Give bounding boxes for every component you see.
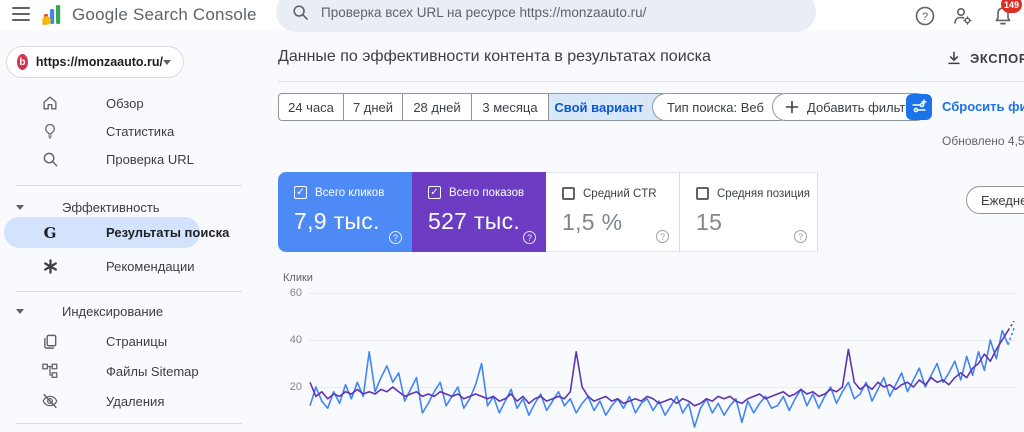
sidebar-section-indexing[interactable]: Индексирование (0, 300, 240, 322)
chevron-down-icon (16, 308, 24, 314)
help-icon[interactable]: ? (914, 5, 936, 27)
metric-card-impressions[interactable]: ✓ Всего показов 527 тыс. ? (412, 172, 546, 252)
metric-value: 7,9 тыс. (294, 208, 380, 234)
help-icon[interactable]: ? (656, 230, 669, 243)
sidebar-item-overview[interactable]: Обзор (0, 89, 210, 117)
tune-plus-icon (912, 99, 927, 113)
compare-filter-button[interactable] (906, 94, 932, 120)
plus-icon (785, 100, 799, 114)
metric-value: 15 (696, 209, 723, 235)
sidebar-item-statistics[interactable]: Статистика (0, 117, 210, 145)
search-icon (293, 4, 308, 20)
eye-off-icon (40, 391, 60, 411)
divider (278, 81, 1024, 82)
date-range-7d[interactable]: 7 дней (343, 93, 403, 121)
help-icon[interactable]: ? (523, 231, 536, 244)
property-url: https://monzaauto.ru/ (35, 55, 163, 69)
metric-value: 1,5 % (562, 209, 623, 235)
google-g-icon: G (43, 223, 57, 242)
granularity-dropdown[interactable]: Ежедневно (966, 186, 1024, 214)
checkbox-unchecked-icon[interactable] (696, 187, 709, 200)
sitemap-icon (40, 361, 60, 381)
top-bar: Google Search Console ? 149 (0, 0, 1024, 32)
y-tick-40: 40 (289, 334, 302, 346)
performance-line-chart[interactable] (308, 270, 1016, 432)
settings-user-icon[interactable] (952, 5, 974, 27)
svg-text:?: ? (922, 11, 928, 23)
metric-card-ctr[interactable]: Средний CTR 1,5 % ? (546, 172, 680, 252)
checkbox-unchecked-icon[interactable] (562, 187, 575, 200)
divider (646, 98, 647, 116)
search-console-logo-icon (42, 5, 61, 26)
property-favicon: b (17, 54, 28, 70)
date-range-24h[interactable]: 24 часа (278, 93, 344, 121)
date-range-group: 24 часа 7 дней 28 дней 3 месяца Свой вар… (278, 93, 666, 121)
y-tick-20: 20 (289, 381, 302, 393)
property-selector[interactable]: b https://monzaauto.ru/ (6, 46, 184, 78)
page-title: Данные по эффективности контента в резул… (278, 48, 711, 65)
divider (16, 291, 242, 292)
date-range-3m[interactable]: 3 месяца (471, 93, 549, 121)
sidebar-item-pages[interactable]: Страницы (0, 327, 210, 355)
url-inspection-searchbox[interactable] (276, 0, 816, 32)
help-icon[interactable]: ? (794, 230, 807, 243)
notification-badge[interactable]: 149 (1001, 0, 1023, 13)
menu-icon[interactable] (12, 7, 30, 21)
date-range-custom[interactable]: Свой вариант (548, 93, 666, 121)
checkbox-checked-icon[interactable]: ✓ (294, 186, 307, 199)
search-icon (40, 149, 60, 169)
sidebar-item-recommendations[interactable]: Рекомендации (0, 252, 210, 280)
asterisk-icon (40, 256, 60, 276)
download-icon (948, 51, 960, 65)
sidebar-section-performance[interactable]: Эффективность (0, 196, 240, 218)
metric-card-clicks[interactable]: ✓ Всего кликов 7,9 тыс. ? (278, 172, 412, 252)
y-tick-60: 60 (289, 287, 302, 299)
divider (16, 185, 242, 186)
chevron-down-icon (163, 59, 171, 65)
divider (16, 423, 242, 424)
google-search-console-app: Google Search Console ? 149 (0, 0, 1024, 432)
lightbulb-icon (40, 121, 60, 141)
sidebar-item-removals[interactable]: Удаления (0, 387, 210, 415)
reset-filters-link[interactable]: Сбросить фильтры (942, 99, 1024, 114)
app-title: Google Search Console (72, 5, 257, 24)
chevron-down-icon (16, 204, 24, 210)
date-range-28d[interactable]: 28 дней (402, 93, 472, 121)
export-button[interactable]: ЭКСПОРТ (946, 50, 1024, 66)
sidebar-item-url-inspection[interactable]: Проверка URL (0, 145, 210, 173)
sidebar-item-search-results[interactable]: G Результаты поиска (4, 217, 229, 248)
help-icon[interactable]: ? (389, 231, 402, 244)
checkbox-checked-icon[interactable]: ✓ (428, 186, 441, 199)
home-icon (40, 93, 60, 113)
updated-timestamp: Обновлено 4,5 ч (942, 134, 1024, 148)
pages-icon (40, 331, 60, 351)
metric-value: 527 тыс. (428, 208, 521, 234)
sidebar-item-sitemaps[interactable]: Файлы Sitemap (0, 357, 210, 385)
metric-card-position[interactable]: Средняя позиция 15 ? (680, 172, 818, 252)
search-input[interactable] (321, 4, 781, 20)
